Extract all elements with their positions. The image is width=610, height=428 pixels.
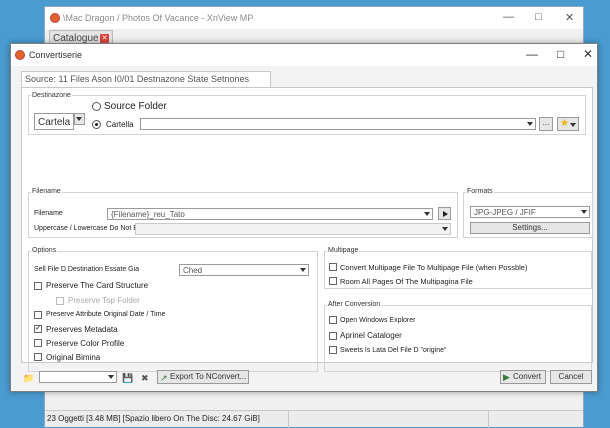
convert-button-label: Convert — [513, 372, 542, 381]
tab-close-icon[interactable]: ✕ — [100, 34, 109, 43]
status-text: 23 Oggetti [3.48 MB] [Spazio libero On T… — [47, 414, 260, 423]
delete-icon[interactable]: ✖ — [141, 373, 149, 384]
room-all-pages-checkbox[interactable] — [329, 277, 337, 285]
cancel-button[interactable]: Cancel — [550, 370, 592, 384]
chevron-down-icon[interactable] — [581, 210, 587, 214]
open-catalog-checkbox[interactable] — [329, 332, 337, 340]
tab-general-label: Source: 11 Files Ason I0/01 Destnazone S… — [25, 74, 249, 84]
convert-button[interactable]: ▶ Convert — [500, 370, 546, 384]
dialog-title-bar: Convertiserie — □ ✕ — [11, 44, 597, 66]
chevron-down-icon[interactable] — [527, 122, 533, 126]
background-window-title: \Mac Dragon / Photos Of Vacance - XnView… — [63, 13, 254, 23]
favorites-button[interactable]: ★ — [557, 117, 579, 131]
save-icon[interactable]: 💾 — [122, 373, 133, 384]
options-group-label: Options — [31, 247, 58, 254]
filename-value: {Filename}_reu_Tato — [111, 210, 185, 219]
xnview-app-icon — [15, 50, 25, 60]
preserve-date-checkbox[interactable] — [34, 311, 42, 319]
folder-icon[interactable]: 📁 — [23, 373, 34, 384]
filename-insert-button[interactable] — [438, 207, 451, 220]
destination-group-label: Destinazone — [31, 92, 72, 99]
room-all-pages-label: Room All Pages Of The Multipagina File — [340, 277, 473, 286]
destination-folder-input[interactable] — [140, 118, 536, 130]
open-explorer-label: Open Windows Explorer — [340, 317, 416, 324]
xnview-app-icon — [50, 13, 60, 23]
chevron-down-icon[interactable] — [300, 268, 306, 272]
preserve-top-folder-checkbox — [56, 297, 64, 305]
preserve-metadata-checkbox[interactable] — [34, 323, 42, 333]
if-exists-value: Ched — [183, 266, 203, 275]
maximize-icon[interactable]: □ — [535, 11, 542, 23]
export-nconvert-label: Export To NConvert... — [170, 372, 247, 381]
chevron-down-icon[interactable] — [424, 212, 430, 216]
cartella-label: Cartella — [106, 120, 134, 129]
export-icon: ↗ — [160, 373, 168, 383]
multipage-group-label: Multipage — [327, 247, 360, 254]
preserve-color-profile-checkbox[interactable] — [34, 339, 42, 347]
tab-general[interactable]: Source: 11 Files Ason I0/01 Destnazone S… — [21, 71, 271, 87]
close-icon[interactable]: ✕ — [565, 11, 574, 24]
star-icon: ★ — [560, 118, 569, 129]
minimize-icon[interactable]: — — [526, 47, 538, 61]
open-explorer-checkbox[interactable] — [329, 316, 337, 324]
chevron-down-icon — [442, 227, 448, 231]
sweets-late-checkbox[interactable] — [329, 346, 337, 354]
after-conversion-group-label: After Conversion — [327, 301, 382, 308]
maximize-icon[interactable]: □ — [557, 47, 564, 61]
original-delete-checkbox[interactable] — [34, 353, 42, 361]
open-catalog-label: Aprinel Cataloger — [340, 331, 402, 340]
preset-select[interactable] — [39, 371, 117, 383]
filename-group-label: Filename — [31, 188, 62, 195]
preserve-top-folder-label: Preserve Top Folder — [68, 296, 140, 305]
source-folder-radio[interactable] — [92, 102, 101, 111]
if-exists-label: Sell File D Destination Essate Gia — [34, 266, 140, 273]
status-divider — [488, 411, 489, 428]
export-nconvert-button[interactable]: ↗ Export To NConvert... — [157, 370, 249, 384]
case-select[interactable] — [135, 223, 451, 235]
sweets-late-label: Sweets Is Lata Del File D "origine" — [340, 347, 447, 354]
filename-label: Filename — [34, 210, 63, 217]
destination-mode-dropdown-button[interactable] — [74, 113, 85, 125]
preserve-metadata-label: Preserves Metadata — [46, 325, 118, 334]
format-settings-button[interactable]: Settings... — [470, 222, 590, 234]
preserve-color-profile-label: Preserve Color Profile — [46, 339, 125, 348]
background-title-bar: \Mac Dragon / Photos Of Vacance - XnView… — [45, 7, 583, 29]
status-bar: 23 Oggetti [3.48 MB] [Spazio libero On T… — [45, 410, 583, 428]
settings-panel: Destinazone Cartela Source Folder Cartel… — [21, 87, 593, 372]
convert-dialog: Convertiserie — □ ✕ Source: 11 Files Aso… — [10, 43, 598, 392]
dialog-title: Convertiserie — [29, 50, 83, 60]
case-label: Uppercase / Lowercase Do Not Edit — [34, 225, 146, 232]
source-folder-label: Source Folder — [104, 101, 167, 112]
minimize-icon[interactable]: — — [503, 11, 514, 23]
cartella-radio[interactable] — [92, 120, 101, 129]
convert-icon: ▶ — [503, 372, 510, 382]
convert-multipage-checkbox[interactable] — [329, 263, 337, 271]
format-select[interactable]: JPG-JPEG / JFIF — [470, 206, 590, 218]
if-exists-select[interactable]: Ched — [179, 264, 309, 276]
status-divider — [288, 411, 289, 428]
convert-multipage-label: Convert Multipage File To Multipage File… — [340, 263, 528, 272]
preserve-card-structure-checkbox[interactable] — [34, 282, 42, 290]
chevron-down-icon[interactable] — [108, 375, 114, 379]
close-icon[interactable]: ✕ — [583, 47, 593, 61]
formats-group-label: Formats — [466, 188, 494, 195]
browse-button[interactable]: ... — [539, 117, 553, 131]
preserve-card-structure-label: Preserve The Card Structure — [46, 281, 149, 290]
preserve-date-label: Preserve Attribute Original Date / Time — [46, 311, 166, 318]
destination-mode-value: Cartela — [38, 117, 71, 128]
filename-input[interactable]: {Filename}_reu_Tato — [107, 208, 433, 220]
format-value: JPG-JPEG / JFIF — [474, 208, 536, 217]
original-delete-label: Original Bimina — [46, 353, 101, 362]
play-icon — [443, 211, 448, 217]
destination-mode-select[interactable]: Cartela — [34, 113, 74, 130]
